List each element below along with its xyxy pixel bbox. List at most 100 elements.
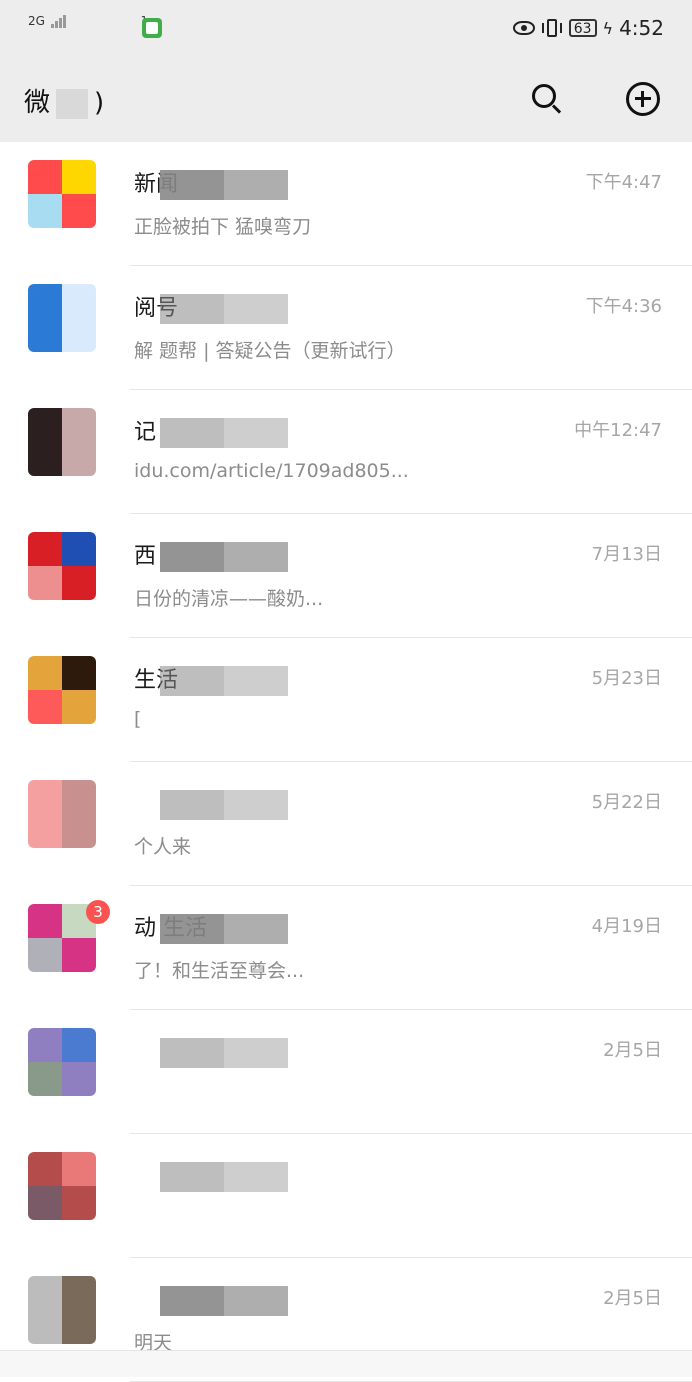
unread-badge: 3 [86, 900, 110, 924]
charging-icon: ϟ [602, 18, 614, 38]
chat-avatar[interactable] [28, 780, 96, 848]
redacted-block [224, 1038, 288, 1068]
avatar-tile [62, 1186, 96, 1220]
avatar-tile [62, 442, 96, 476]
redacted-block [224, 1162, 288, 1192]
add-icon[interactable] [626, 82, 660, 116]
avatar-tile [28, 532, 62, 566]
battery-indicator: 63 [568, 19, 597, 37]
avatar-tile [62, 160, 96, 194]
chat-name: 记 [134, 420, 157, 445]
avatar-tile [28, 442, 62, 476]
avatar-tile [28, 690, 62, 724]
redacted-block [160, 1038, 224, 1068]
chat-time: 下午4:47 [585, 172, 662, 193]
chat-time: 2月5日 [603, 1040, 662, 1061]
chat-row[interactable]: 个人来 5月22日 [0, 762, 692, 886]
avatar-tile [62, 194, 96, 228]
avatar-tile [62, 780, 96, 814]
app-notification-icon [142, 18, 162, 38]
avatar-tile [62, 814, 96, 848]
chat-time: 下午4:36 [585, 296, 662, 317]
avatar-tile [62, 566, 96, 600]
chat-time: 5月22日 [591, 792, 662, 813]
avatar-tile [28, 780, 62, 814]
avatar-tile [62, 284, 96, 318]
avatar-tile [28, 1152, 62, 1186]
network-type: 2G [28, 14, 45, 28]
avatar-tile [62, 1152, 96, 1186]
redacted-block [160, 294, 224, 324]
chat-avatar[interactable] [28, 284, 96, 352]
avatar-tile [62, 1028, 96, 1062]
chat-avatar[interactable] [28, 1276, 96, 1344]
redacted-block [224, 294, 288, 324]
avatar-tile [62, 656, 96, 690]
avatar-tile [28, 318, 62, 352]
avatar-tile [62, 532, 96, 566]
avatar-tile [28, 1310, 62, 1344]
avatar-tile [28, 194, 62, 228]
chat-preview: 日份的清凉——酸奶... [134, 588, 324, 610]
page-title: 微) [24, 88, 105, 119]
chat-row[interactable]: 新闻 正脸被拍下 猛嗅弯刀 下午4:47 [0, 142, 692, 266]
redacted-block [160, 914, 224, 944]
chat-avatar[interactable] [28, 532, 96, 600]
redacted-block [56, 88, 89, 119]
avatar-tile [62, 1276, 96, 1310]
avatar-tile [28, 1028, 62, 1062]
avatar-tile [62, 690, 96, 724]
redacted-block [224, 1286, 288, 1316]
avatar-tile [62, 408, 96, 442]
redacted-block [160, 1286, 224, 1316]
chat-preview: 个人来 [134, 836, 192, 858]
chat-avatar[interactable] [28, 1152, 96, 1220]
avatar-tile [28, 904, 62, 938]
redacted-block [224, 418, 288, 448]
chat-preview: [ [134, 708, 142, 730]
avatar-tile [28, 566, 62, 600]
avatar-tile [62, 318, 96, 352]
redacted-block [160, 170, 224, 200]
chat-avatar[interactable] [28, 656, 96, 724]
chat-row[interactable]: 生活[5月23日 [0, 638, 692, 762]
avatar-tile [28, 1276, 62, 1310]
redacted-block [160, 418, 224, 448]
chat-preview: 解 题帮 | 答疑公告（更新试行） [134, 340, 406, 362]
search-icon[interactable] [530, 82, 564, 116]
bottom-tab-bar [0, 1350, 692, 1377]
clock: 4:52 [619, 16, 664, 40]
avatar-tile [28, 656, 62, 690]
chat-row[interactable]: 2月5日 [0, 1010, 692, 1134]
chat-row[interactable] [0, 1134, 692, 1258]
redacted-block [160, 1162, 224, 1192]
redacted-block [160, 666, 224, 696]
chat-time: 5月23日 [591, 668, 662, 689]
chat-time: 中午12:47 [574, 420, 662, 441]
chat-avatar[interactable] [28, 160, 96, 228]
chat-preview: idu.com/article/1709ad805... [134, 460, 409, 482]
avatar-tile [28, 814, 62, 848]
redacted-block [224, 790, 288, 820]
avatar-tile [28, 408, 62, 442]
chat-preview: 了！和生活至尊会... [134, 960, 305, 982]
chat-avatar[interactable] [28, 1028, 96, 1096]
chat-row[interactable]: 阅号解 题帮 | 答疑公告（更新试行） 下午4:36 [0, 266, 692, 390]
chat-name: 西 [134, 544, 157, 569]
chat-time: 4月19日 [591, 916, 662, 937]
avatar-tile [28, 1186, 62, 1220]
redacted-block [224, 914, 288, 944]
avatar-tile [28, 160, 62, 194]
chat-time: 7月13日 [591, 544, 662, 565]
redacted-block [160, 542, 224, 572]
redacted-block [224, 170, 288, 200]
avatar-tile [28, 284, 62, 318]
chat-preview: 正脸被拍下 猛嗅弯刀 [134, 216, 312, 238]
chat-row[interactable]: 3动 生活了！和生活至尊会...4月19日 [0, 886, 692, 1010]
chat-row[interactable]: 西日份的清凉——酸奶... 7月13日 [0, 514, 692, 638]
chat-row[interactable]: 记 idu.com/article/1709ad805... 中午12:47 [0, 390, 692, 514]
signal-icon [50, 14, 67, 28]
chat-avatar[interactable] [28, 408, 96, 476]
eye-icon [512, 21, 535, 35]
avatar-tile [28, 1062, 62, 1096]
